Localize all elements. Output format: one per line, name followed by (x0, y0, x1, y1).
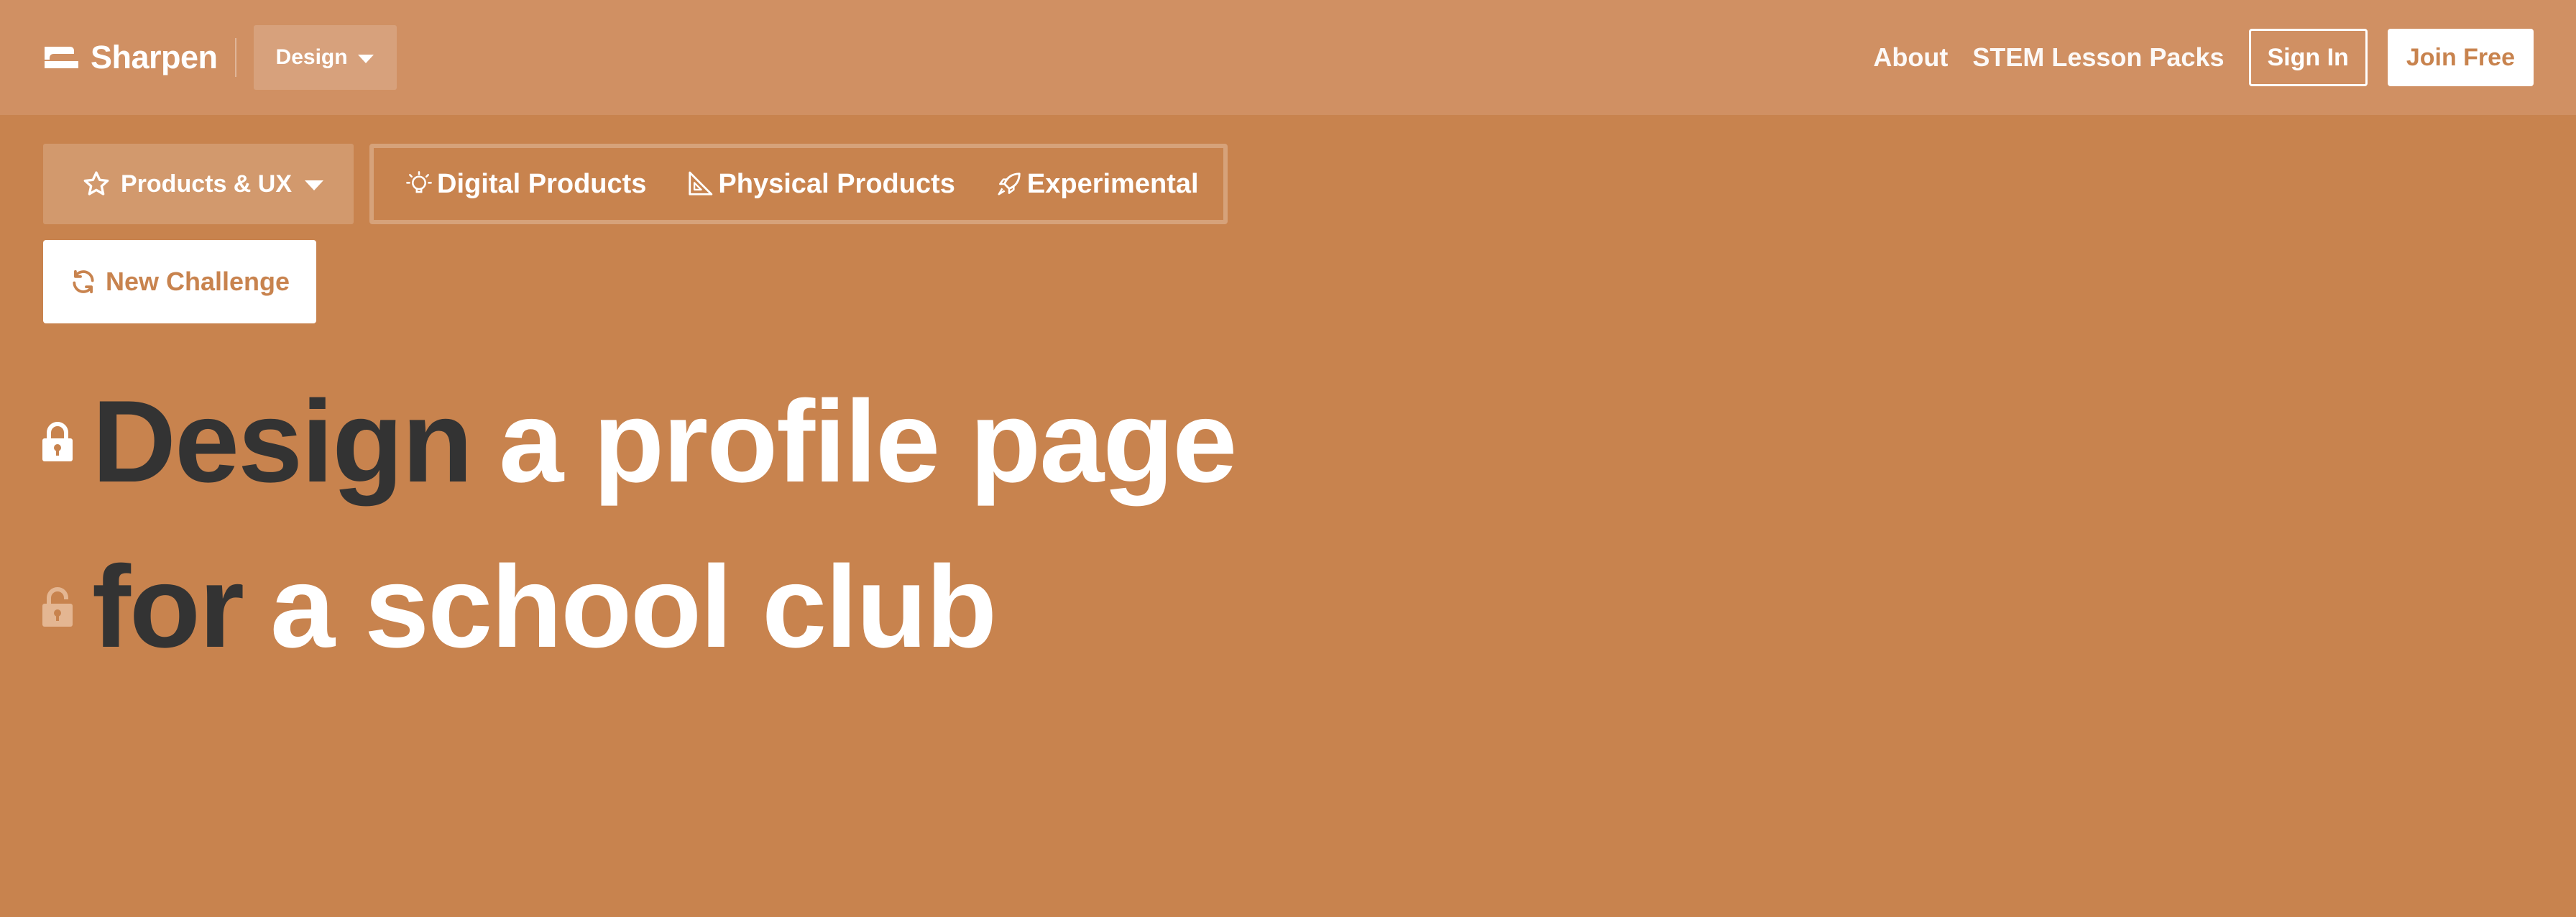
brand-divider (234, 38, 236, 77)
sign-in-button[interactable]: Sign In (2248, 29, 2368, 86)
lightbulb-icon (406, 171, 432, 193)
locked-word: for (92, 542, 244, 672)
brand-name: Sharpen (91, 39, 218, 75)
tab-experimental[interactable]: Experimental (995, 169, 1199, 200)
nav-link-about[interactable]: About (1873, 42, 1948, 73)
filter-row: Products & UX Digital Products Physical … (43, 144, 1228, 224)
category-dropdown[interactable]: Design (253, 25, 397, 90)
nav-link-stem-lesson-packs[interactable]: STEM Lesson Packs (1972, 42, 2224, 73)
sub-category-tabs: Digital Products Physical Products Exper… (369, 144, 1228, 224)
lock-open-icon[interactable] (40, 586, 75, 628)
category-dropdown-label: Design (275, 45, 348, 69)
tab-label: Digital Products (437, 168, 647, 199)
challenge-line-2: for a school club (40, 525, 1236, 690)
lock-closed-icon[interactable] (40, 421, 75, 463)
challenge-headline: Design a profile page for a school club (40, 359, 1237, 690)
caret-down-icon (357, 55, 374, 63)
refresh-icon (73, 269, 94, 294)
join-free-button[interactable]: Join Free (2387, 29, 2534, 86)
focus-dropdown-label: Products & UX (121, 170, 293, 198)
brand-logo[interactable]: Sharpen (42, 39, 218, 76)
challenge-text: a school club (270, 542, 997, 672)
new-challenge-label: New Challenge (105, 267, 290, 296)
challenge-line-1: Design a profile page (40, 359, 1237, 525)
focus-dropdown[interactable]: Products & UX (43, 144, 354, 224)
caret-down-icon (305, 180, 324, 190)
challenge-text: a profile page (499, 377, 1237, 507)
tab-label: Physical Products (718, 168, 955, 199)
set-square-icon (689, 171, 713, 195)
top-navbar: Sharpen Design About STEM Lesson Packs S… (0, 0, 2576, 115)
rocket-icon (998, 172, 1021, 195)
tab-label: Experimental (1026, 168, 1199, 199)
nav-right: About STEM Lesson Packs Sign In Join Fre… (1849, 29, 2534, 86)
sharpen-logo-icon (45, 47, 78, 68)
locked-word: Design (92, 377, 473, 507)
new-challenge-button[interactable]: New Challenge (43, 240, 316, 323)
tab-digital-products[interactable]: Digital Products (405, 169, 646, 200)
tab-physical-products[interactable]: Physical Products (686, 168, 955, 200)
star-icon (83, 171, 109, 195)
